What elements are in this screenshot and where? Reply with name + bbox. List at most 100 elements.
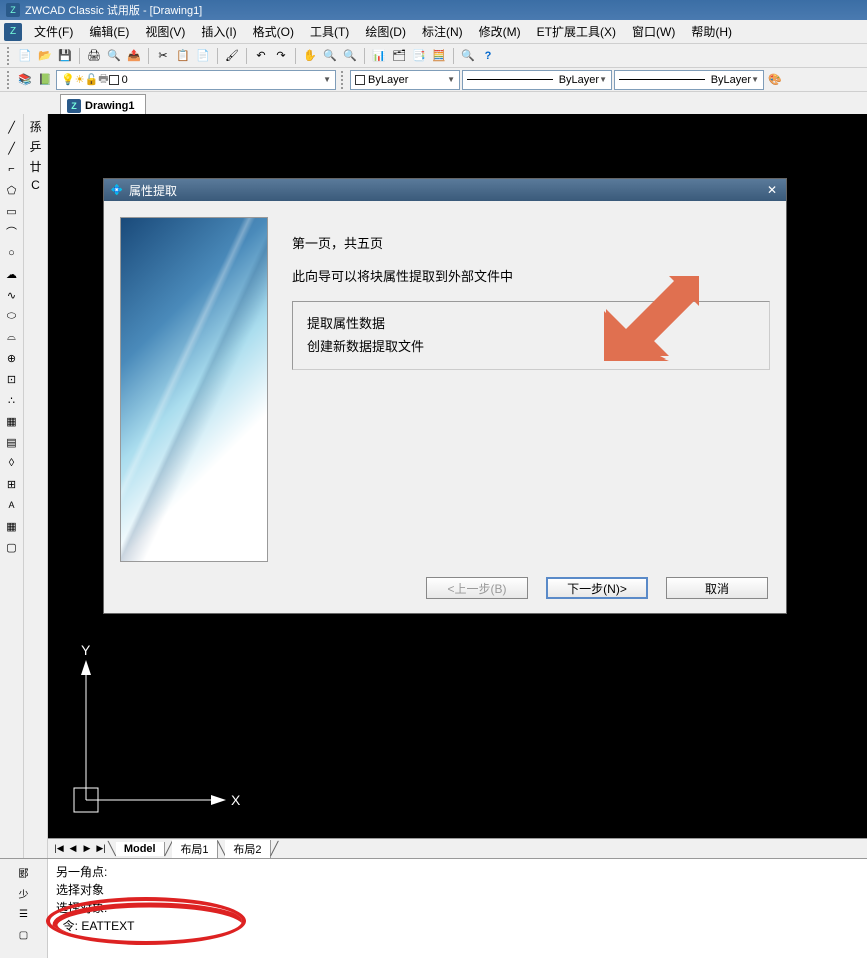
zoom-realtime-icon[interactable]: 🔍 (321, 47, 339, 65)
menu-file[interactable]: 文件(F) (26, 20, 81, 43)
insert-block-icon[interactable]: ⊕ (3, 349, 21, 367)
tab-last-icon[interactable]: ▶| (94, 842, 108, 856)
cmd-line: 令: EATTEXT (56, 917, 859, 935)
command-history[interactable]: 另一角点: 选择对象 选择对象: 令: EATTEXT (48, 859, 867, 958)
lineweight-dropdown[interactable]: ByLayer ▼ (614, 70, 764, 90)
page-indicator: 第一页，共五页 (292, 233, 770, 252)
menu-help[interactable]: 帮助(H) (683, 20, 740, 43)
circle-icon[interactable]: ○ (3, 244, 21, 262)
paste-icon[interactable]: 📄 (194, 47, 212, 65)
menubar: Z 文件(F) 编辑(E) 视图(V) 插入(I) 格式(O) 工具(T) 绘图… (0, 20, 867, 44)
tool-c-icon[interactable]: 廿 (29, 158, 41, 175)
tab-prev-icon[interactable]: ◀ (66, 842, 80, 856)
tool-a-icon[interactable]: 孫 (29, 118, 41, 135)
menu-dimension[interactable]: 标注(N) (414, 20, 471, 43)
help-icon[interactable]: ? (479, 47, 497, 65)
cut-icon[interactable]: ✂ (154, 47, 172, 65)
menu-window[interactable]: 窗口(W) (624, 20, 683, 43)
document-tab[interactable]: Z Drawing1 (60, 94, 146, 114)
line-icon[interactable]: ╱ (3, 118, 21, 136)
zoom-extents-icon[interactable]: 🔍 (459, 47, 477, 65)
preview-icon[interactable]: 🔍 (105, 47, 123, 65)
redo-icon[interactable]: ↷ (272, 47, 290, 65)
pan-icon[interactable]: ✋ (301, 47, 319, 65)
new-icon[interactable]: 📄 (16, 47, 34, 65)
publish-icon[interactable]: 📤 (125, 47, 143, 65)
open-icon[interactable]: 📂 (36, 47, 54, 65)
prev-button: <上一步(B) (426, 577, 528, 599)
menu-et[interactable]: ET扩展工具(X) (529, 20, 624, 43)
arc-icon[interactable]: ⌒ (3, 223, 21, 241)
tool-d-icon[interactable]: C (31, 178, 40, 192)
save-icon[interactable]: 💾 (56, 47, 74, 65)
table2-icon[interactable]: ▦ (3, 517, 21, 535)
match-icon[interactable]: 🖌 (223, 47, 241, 65)
layout-tab-1[interactable]: 布局1 (172, 840, 217, 858)
zoom-window-icon[interactable]: 🔍 (341, 47, 359, 65)
dialog-titlebar[interactable]: 💠 属性提取 ✕ (104, 179, 786, 201)
document-name: Drawing1 (85, 100, 135, 112)
table-icon[interactable]: ⊞ (3, 475, 21, 493)
calculator-icon[interactable]: 🧮 (430, 47, 448, 65)
cmd-tool-icon[interactable]: 少 (15, 884, 33, 902)
close-icon[interactable]: ✕ (764, 183, 780, 197)
tab-first-icon[interactable]: |◀ (52, 842, 66, 856)
layer-name: 0 (122, 74, 128, 86)
tab-next-icon[interactable]: ▶ (80, 842, 94, 856)
tool-b-icon[interactable]: 乒 (29, 138, 41, 155)
menu-tools[interactable]: 工具(T) (302, 20, 357, 43)
menu-draw[interactable]: 绘图(D) (357, 20, 414, 43)
toolbar-grip[interactable] (341, 71, 345, 89)
revision-cloud-icon[interactable]: ☁ (3, 265, 21, 283)
color-picker-icon[interactable]: 🎨 (766, 71, 784, 89)
polyline-icon[interactable]: ⌐ (3, 160, 21, 178)
linetype-dropdown[interactable]: ByLayer ▼ (462, 70, 612, 90)
menu-format[interactable]: 格式(O) (245, 20, 302, 43)
gradient-icon[interactable]: ▤ (3, 433, 21, 451)
construction-line-icon[interactable]: ╱ (3, 139, 21, 157)
command-window[interactable]: 郾 少 ☰ ▢ 另一角点: 选择对象 选择对象: 令: EATTEXT (0, 858, 867, 958)
layer-props-icon[interactable]: 📚 (16, 71, 34, 89)
menu-modify[interactable]: 修改(M) (471, 20, 529, 43)
copy-icon[interactable]: 📋 (174, 47, 192, 65)
sheet-icon[interactable]: 📑 (410, 47, 428, 65)
chevron-down-icon: ▼ (447, 75, 455, 84)
design-center-icon[interactable]: 🗂 (390, 47, 408, 65)
menu-edit[interactable]: 编辑(E) (81, 20, 137, 43)
color-dropdown[interactable]: ByLayer ▼ (350, 70, 460, 90)
make-block-icon[interactable]: ⊡ (3, 370, 21, 388)
polygon-icon[interactable]: ⬠ (3, 181, 21, 199)
cmd-tool-icon[interactable]: ☰ (15, 905, 33, 923)
cmd-line: 选择对象: (56, 899, 859, 917)
point-icon[interactable]: ∴ (3, 391, 21, 409)
toolbar-grip[interactable] (7, 71, 11, 89)
layout-tab-model[interactable]: Model (116, 842, 165, 856)
layout-tab-2[interactable]: 布局2 (225, 840, 270, 858)
menu-insert[interactable]: 插入(I) (193, 20, 244, 43)
menu-view[interactable]: 视图(V) (137, 20, 193, 43)
ellipse-icon[interactable]: ⬭ (3, 307, 21, 325)
app-menu-icon[interactable]: Z (4, 23, 22, 41)
layer-dropdown[interactable]: 💡☀🔓🖶 0 ▼ (56, 70, 336, 90)
region-icon[interactable]: ◊ (3, 454, 21, 472)
hatch-icon[interactable]: ▦ (3, 412, 21, 430)
undo-icon[interactable]: ↶ (252, 47, 270, 65)
cmd-tool-icon[interactable]: 郾 (15, 863, 33, 881)
app-logo-icon: Z (6, 3, 20, 17)
ellipse-arc-icon[interactable]: ⌓ (3, 328, 21, 346)
properties-icon[interactable]: 📊 (370, 47, 388, 65)
spline-icon[interactable]: ∿ (3, 286, 21, 304)
next-button[interactable]: 下一步(N)> (546, 577, 648, 599)
layer-states-icon[interactable]: 📗 (36, 71, 54, 89)
mtext-icon[interactable]: A (3, 496, 21, 514)
command-toolbar: 郾 少 ☰ ▢ (0, 859, 48, 958)
standard-toolbar: 📄 📂 💾 🖨 🔍 📤 ✂ 📋 📄 🖌 ↶ ↷ ✋ 🔍 🔍 📊 🗂 📑 🧮 🔍 … (0, 44, 867, 68)
toolbar-grip[interactable] (7, 47, 11, 65)
text-icon[interactable]: ▢ (3, 538, 21, 556)
cancel-button[interactable]: 取消 (666, 577, 768, 599)
print-icon[interactable]: 🖨 (85, 47, 103, 65)
cmd-tool-icon[interactable]: ▢ (15, 926, 33, 944)
dialog-icon: 💠 (110, 183, 124, 197)
rectangle-icon[interactable]: ▭ (3, 202, 21, 220)
cmd-line: 另一角点: (56, 863, 859, 881)
